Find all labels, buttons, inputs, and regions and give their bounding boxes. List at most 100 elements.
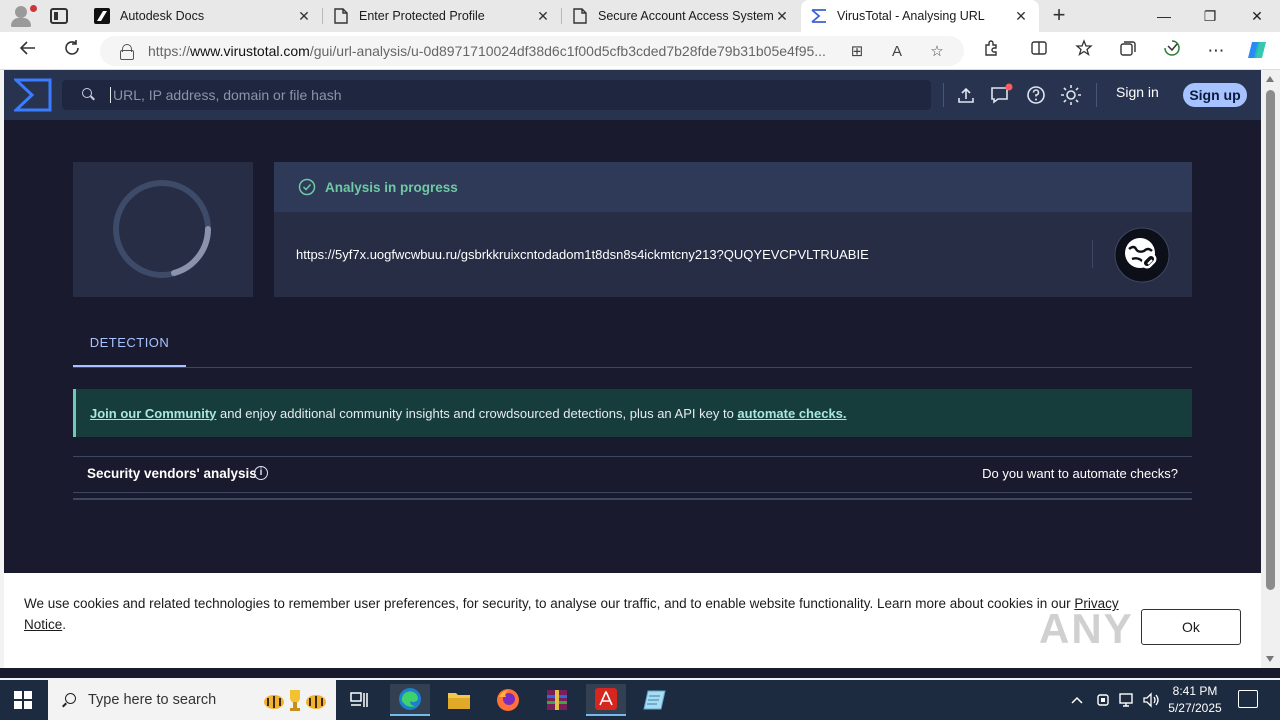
tab-detection[interactable]: DETECTION xyxy=(73,328,186,367)
file-explorer-icon[interactable] xyxy=(439,684,479,716)
refresh-button[interactable] xyxy=(60,39,84,63)
read-aloud-icon[interactable]: A xyxy=(888,43,906,61)
tab-title: Secure Account Access System xyxy=(598,9,774,23)
app-available-icon[interactable]: ⊞ xyxy=(848,43,866,61)
scroll-down-icon[interactable] xyxy=(1266,656,1274,662)
vt-search-box[interactable] xyxy=(62,80,931,110)
clock-date: 5/27/2025 xyxy=(1168,701,1222,715)
upload-icon[interactable] xyxy=(954,83,978,107)
virustotal-logo-icon[interactable] xyxy=(12,78,52,112)
more-menu-icon[interactable]: ⋯ xyxy=(1204,39,1228,63)
notifications-chat-icon[interactable] xyxy=(989,83,1013,107)
favorites-icon[interactable] xyxy=(1072,39,1096,63)
taskbar-search-box[interactable]: Type here to search xyxy=(48,680,336,720)
profile-avatar-icon[interactable] xyxy=(8,5,37,27)
page-viewport: Sign in Sign up Analysis in progress htt… xyxy=(4,70,1261,668)
tab-actions-icon[interactable] xyxy=(50,8,68,24)
scrollbar-thumb[interactable] xyxy=(1266,90,1275,590)
search-highlight-bees-icon xyxy=(264,690,326,711)
help-icon[interactable] xyxy=(1024,83,1048,107)
notepad-icon[interactable] xyxy=(635,684,675,716)
tab-enter-protected-profile[interactable]: Enter Protected Profile ✕ xyxy=(323,0,561,32)
close-icon[interactable]: ✕ xyxy=(535,8,551,25)
vendors-divider xyxy=(73,498,1192,500)
tabs-divider xyxy=(73,367,1192,368)
windows-start-icon[interactable] xyxy=(14,691,32,709)
scroll-up-icon[interactable] xyxy=(1266,76,1274,82)
automate-checks-prompt[interactable]: Do you want to automate checks? xyxy=(982,466,1178,481)
vendors-divider xyxy=(73,456,1192,457)
extensions-icon[interactable] xyxy=(979,39,1003,63)
tray-device-icon[interactable] xyxy=(1095,680,1111,720)
vendors-divider xyxy=(73,492,1192,493)
back-button[interactable] xyxy=(16,39,40,63)
sign-in-link[interactable]: Sign in xyxy=(1116,84,1159,100)
tab-title: Autodesk Docs xyxy=(120,9,205,23)
tab-title: VirusTotal - Analysing URL xyxy=(837,9,985,23)
notification-center-icon[interactable] xyxy=(1238,690,1258,708)
acrobat-reader-icon[interactable] xyxy=(586,684,626,716)
close-icon[interactable]: ✕ xyxy=(296,8,312,25)
detection-score-card xyxy=(73,162,253,297)
vendors-title: Security vendors' analysis xyxy=(87,466,257,481)
edge-browser-icon[interactable] xyxy=(390,684,430,716)
page-scrollbar[interactable] xyxy=(1261,70,1280,668)
cookie-text: We use cookies and related technologies … xyxy=(24,596,1119,632)
analysis-status-text: Analysis in progress xyxy=(325,179,458,195)
loading-spinner-icon xyxy=(113,180,211,278)
favorite-star-icon[interactable]: ☆ xyxy=(928,43,946,61)
firefox-icon[interactable] xyxy=(488,684,528,716)
header-divider xyxy=(943,83,944,107)
header-divider xyxy=(1096,83,1097,107)
join-community-link[interactable]: Join our Community xyxy=(90,406,216,421)
search-icon xyxy=(62,693,76,707)
browser-essentials-icon[interactable] xyxy=(1160,39,1184,63)
window-close-button[interactable]: ✕ xyxy=(1234,0,1280,32)
close-icon[interactable]: ✕ xyxy=(1013,8,1029,25)
community-banner: Join our Community and enjoy additional … xyxy=(73,389,1192,437)
search-input[interactable] xyxy=(110,87,931,103)
lock-icon[interactable] xyxy=(120,44,134,60)
winrar-icon[interactable] xyxy=(537,684,577,716)
tab-secure-account-access[interactable]: Secure Account Access System ✕ xyxy=(562,0,800,32)
theme-toggle-sun-icon[interactable] xyxy=(1059,83,1083,107)
virustotal-logo-icon xyxy=(811,8,827,24)
browser-toolbar: https://www.virustotal.com/gui/url-analy… xyxy=(0,32,1280,70)
split-screen-icon[interactable] xyxy=(1027,39,1051,63)
vt-header: Sign in Sign up xyxy=(4,70,1261,120)
page-icon xyxy=(572,8,588,24)
tab-autodesk-docs[interactable]: Autodesk Docs ✕ xyxy=(84,0,322,32)
page-icon xyxy=(333,8,349,24)
collections-icon[interactable] xyxy=(1116,39,1140,63)
system-clock[interactable]: 8:41 PM 5/27/2025 xyxy=(1162,683,1228,717)
windows-taskbar: Type here to search 8:41 PM 5/27/2025 xyxy=(0,680,1280,720)
address-url[interactable]: https://www.virustotal.com/gui/url-analy… xyxy=(148,43,838,59)
autodesk-logo-icon xyxy=(94,8,110,24)
cookie-ok-button[interactable]: Ok xyxy=(1141,609,1241,645)
page-bottom-edge xyxy=(0,668,1280,678)
analysis-status-bar: Analysis in progress xyxy=(274,162,1192,212)
close-icon[interactable]: ✕ xyxy=(774,8,790,25)
analysed-url: https://5yf7x.uogfwcwbuu.ru/gsbrkkruixcn… xyxy=(296,247,869,262)
new-tab-button[interactable]: + xyxy=(1047,4,1071,28)
cookie-banner: We use cookies and related technologies … xyxy=(4,573,1261,668)
restore-button[interactable]: ❐ xyxy=(1187,0,1233,32)
minimize-button[interactable]: — xyxy=(1141,0,1187,32)
copilot-icon[interactable] xyxy=(1245,39,1269,63)
network-icon[interactable] xyxy=(1118,680,1136,720)
browser-tab-strip: Autodesk Docs ✕ Enter Protected Profile … xyxy=(0,0,1280,32)
check-circle-icon xyxy=(298,178,316,196)
tab-virustotal[interactable]: VirusTotal - Analysing URL ✕ xyxy=(801,0,1039,32)
search-icon xyxy=(82,88,96,102)
tab-title: Enter Protected Profile xyxy=(359,9,485,23)
info-icon[interactable]: i xyxy=(254,466,268,480)
volume-icon[interactable] xyxy=(1142,680,1160,720)
sign-up-button[interactable]: Sign up xyxy=(1183,83,1247,107)
tray-chevron-icon[interactable] xyxy=(1070,680,1084,720)
task-view-icon[interactable] xyxy=(340,684,380,716)
analysis-card: Analysis in progress https://5yf7x.uogfw… xyxy=(274,162,1192,297)
automate-checks-link[interactable]: automate checks. xyxy=(737,406,846,421)
clock-time: 8:41 PM xyxy=(1172,684,1218,698)
address-bar[interactable]: https://www.virustotal.com/gui/url-analy… xyxy=(100,36,964,66)
community-banner-text: Join our Community and enjoy additional … xyxy=(90,405,847,421)
